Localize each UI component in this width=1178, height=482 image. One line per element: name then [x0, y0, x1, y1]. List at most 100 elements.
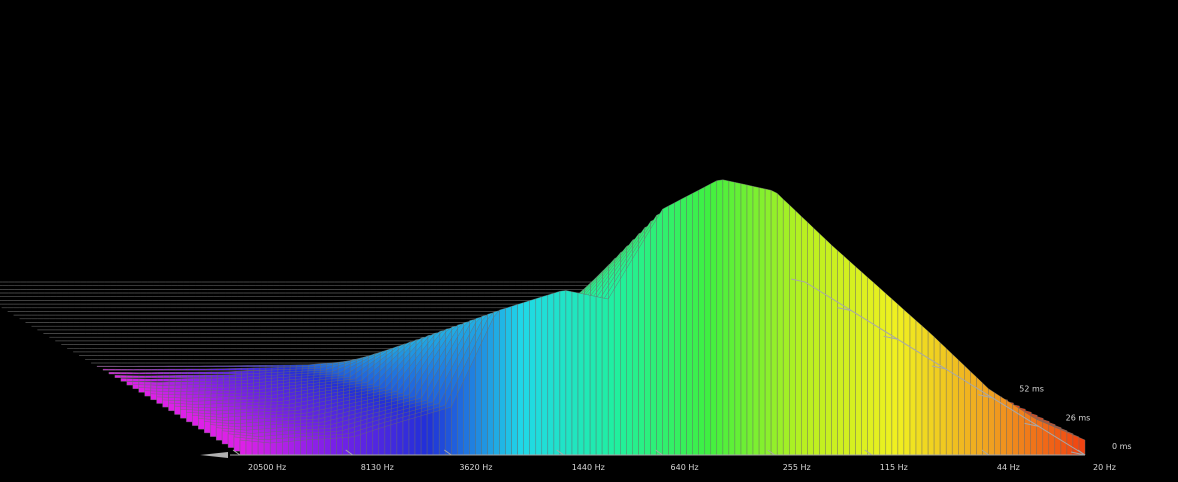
surface-cell	[132, 378, 140, 382]
surface-cell	[156, 396, 163, 404]
surface-cell	[259, 367, 267, 371]
surface-cell	[102, 368, 110, 371]
surface-cell	[102, 365, 110, 367]
surface-cell	[187, 365, 194, 367]
surface-cell	[120, 372, 128, 375]
surface-cell	[150, 372, 158, 375]
surface-cell	[163, 365, 170, 367]
surface-cell	[296, 364, 303, 367]
surface-cell	[217, 374, 224, 378]
surface-cell	[151, 365, 158, 367]
surface-cell	[151, 368, 158, 371]
surface-cell	[265, 365, 273, 367]
surface-cell	[186, 378, 194, 382]
surface-cell	[217, 365, 225, 367]
surface-cell	[162, 375, 170, 378]
surface-cell	[168, 378, 176, 382]
surface-cell	[271, 364, 279, 367]
surface-cell	[162, 399, 169, 408]
surface-cell	[156, 381, 164, 386]
surface-cell	[114, 365, 122, 367]
surface-cell	[181, 371, 188, 375]
surface-cell	[193, 368, 200, 371]
surface-cell	[114, 368, 122, 371]
surface-cell	[290, 364, 297, 367]
surface-cell	[162, 381, 170, 386]
surface-cell	[283, 364, 291, 367]
surface-cell	[120, 375, 128, 378]
surface-cell	[205, 371, 212, 375]
surface-cell	[120, 378, 128, 382]
surface-cell	[253, 367, 261, 371]
surface-cell	[175, 375, 182, 378]
surface-cell	[181, 365, 188, 367]
surface-cell	[138, 375, 146, 378]
surface-cell	[138, 369, 146, 371]
surface-cell	[253, 365, 261, 367]
surface-cell	[187, 375, 194, 378]
surface-cell	[126, 375, 134, 378]
surface-cell	[138, 372, 146, 375]
surface-cell	[162, 378, 170, 382]
surface-cell	[223, 371, 230, 375]
surface-cell	[181, 374, 188, 378]
surface-cell	[150, 393, 157, 400]
surface-cell	[174, 378, 182, 382]
surface-cell	[223, 368, 230, 371]
surface-cell	[144, 378, 152, 382]
surface-cell	[247, 365, 255, 367]
surface-cell	[199, 371, 206, 375]
surface-cell	[217, 368, 224, 371]
surface-cell	[302, 364, 309, 367]
surface-cell	[169, 365, 176, 367]
surface-cell	[175, 365, 182, 367]
surface-cell	[169, 368, 176, 371]
surface-cell	[157, 365, 164, 367]
surface-cell	[114, 375, 122, 378]
surface-cell	[126, 381, 134, 386]
surface-cell	[157, 369, 164, 371]
surface-cell	[114, 372, 122, 375]
surface-cell	[187, 368, 194, 371]
surface-cell	[132, 369, 140, 371]
surface-cell	[180, 381, 188, 386]
surface-cell	[138, 378, 146, 382]
surface-cell	[211, 377, 218, 382]
surface-cell	[205, 365, 212, 367]
surface-cell	[241, 367, 249, 371]
surface-cell	[144, 375, 152, 378]
surface-cell	[180, 378, 188, 382]
surface-cell	[217, 371, 224, 375]
surface-cell	[205, 377, 212, 382]
surface-cell	[156, 378, 164, 382]
surface-cell	[187, 371, 194, 375]
surface-cell	[235, 370, 242, 375]
surface-cell	[199, 374, 206, 378]
surface-cell	[235, 365, 243, 367]
surface-cell	[174, 381, 182, 386]
surface-cell	[169, 371, 176, 375]
surface-cell	[162, 384, 170, 389]
surface-cell	[126, 378, 134, 382]
surface-cell	[108, 365, 116, 367]
surface-cell	[193, 365, 200, 367]
surface-cell	[223, 374, 230, 378]
surface-cell	[144, 381, 152, 386]
surface-cell	[144, 369, 152, 371]
surface-cell	[181, 368, 188, 371]
surface-cell	[132, 384, 140, 389]
surface-cell	[144, 390, 151, 397]
surface-cell	[259, 364, 267, 367]
surface-cell	[138, 387, 146, 393]
surface-cell	[241, 365, 249, 367]
surface-cell	[168, 402, 175, 411]
surface-cell	[168, 384, 176, 389]
surface-cell	[126, 369, 134, 371]
waterfall-surface	[0, 179, 1086, 456]
surface-cell	[199, 377, 206, 382]
surface-cell	[144, 372, 152, 375]
surface-cell	[145, 365, 152, 367]
surface-cell	[199, 368, 206, 371]
surface-cell	[126, 366, 134, 367]
surface-cell	[126, 372, 134, 375]
